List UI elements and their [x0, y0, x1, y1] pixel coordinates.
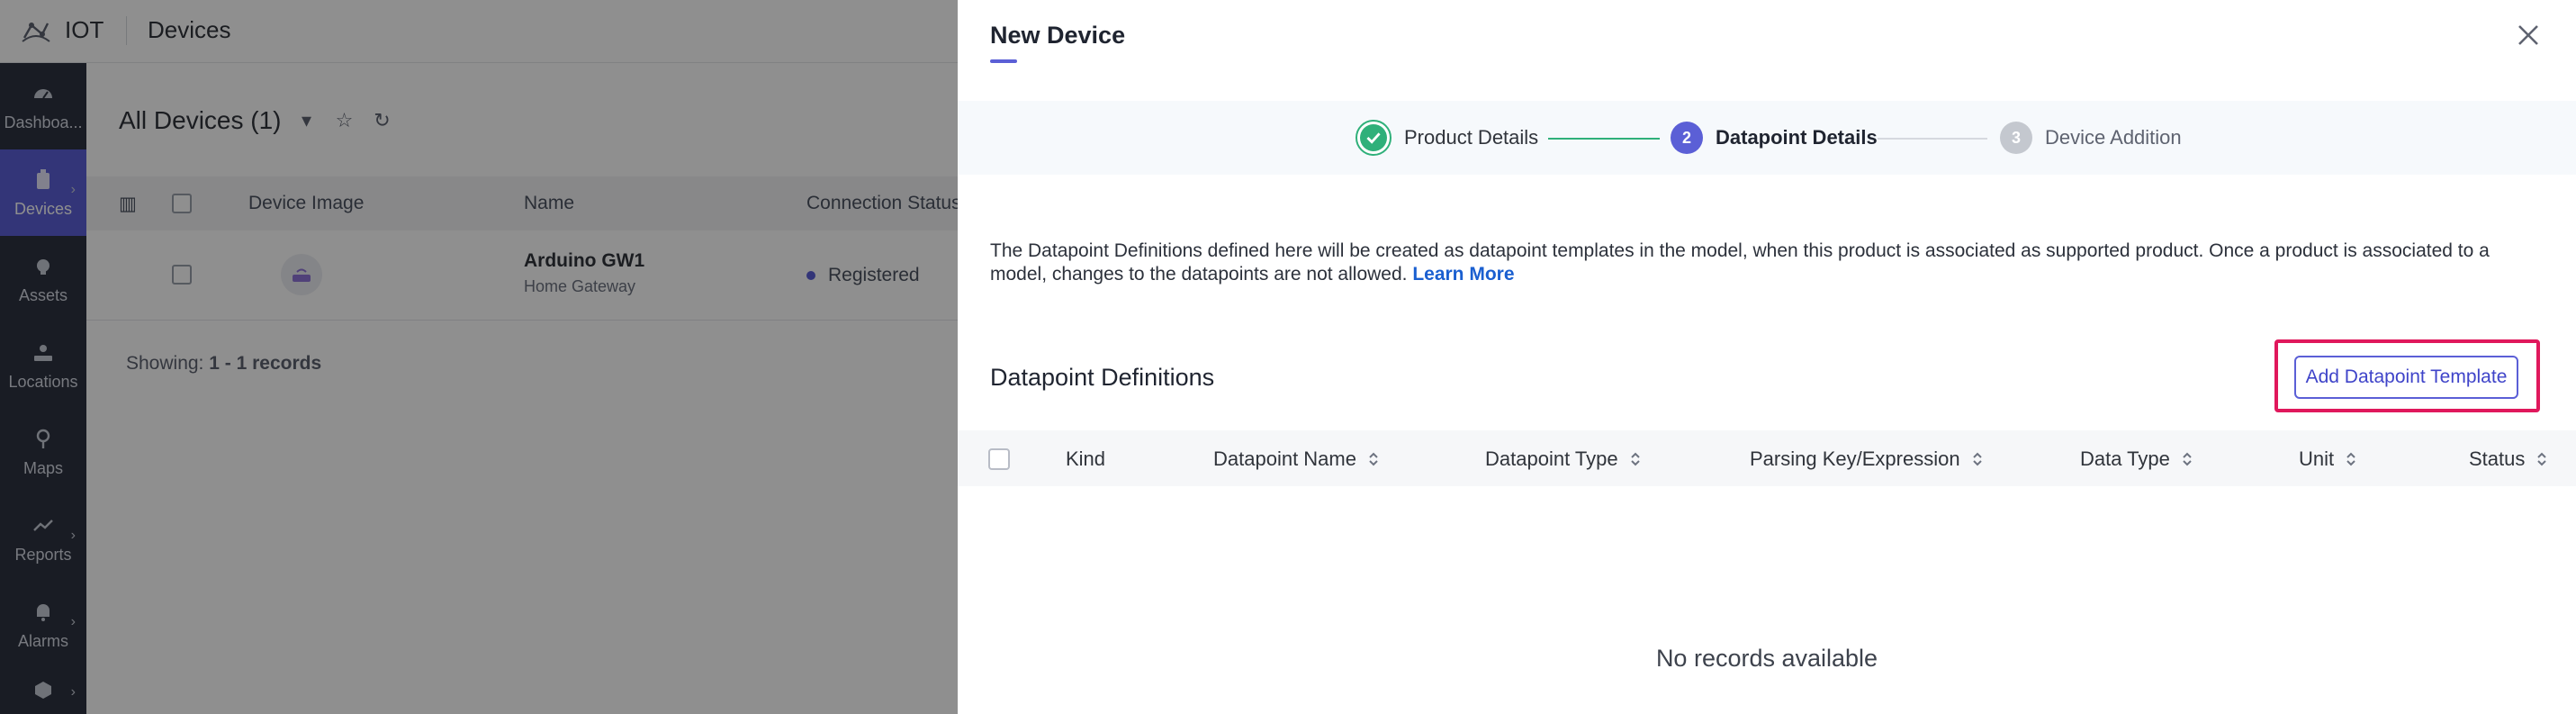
column-unit[interactable]: Unit	[2299, 447, 2357, 471]
column-label: Datapoint Name	[1213, 447, 1356, 470]
close-icon	[2518, 25, 2538, 45]
drawer-title: New Device	[990, 22, 1126, 49]
sort-icon	[2346, 452, 2355, 466]
step-label: Datapoint Details	[1716, 126, 1878, 149]
column-status[interactable]: Status	[2469, 447, 2548, 471]
column-data-type[interactable]: Data Type	[2080, 447, 2193, 471]
stepper: Product Details 2 Datapoint Details 3 De…	[958, 101, 2576, 175]
step-connector	[1548, 138, 1660, 140]
new-device-drawer: New Device Product Details 2 Datapoint D…	[958, 0, 2576, 714]
step-label: Product Details	[1404, 126, 1539, 149]
close-button[interactable]	[2513, 20, 2544, 50]
sort-icon	[1972, 452, 1982, 466]
step-label: Device Addition	[2045, 126, 2182, 149]
learn-more-link[interactable]: Learn More	[1412, 264, 1514, 285]
column-label: Kind	[1066, 447, 1106, 470]
sort-icon	[2537, 452, 2547, 466]
select-all-checkbox[interactable]	[988, 448, 1010, 470]
column-label: Datapoint Type	[1485, 447, 1618, 470]
check-circle-icon	[1356, 120, 1392, 156]
modal-backdrop[interactable]	[0, 0, 958, 714]
column-label: Parsing Key/Expression	[1750, 447, 1960, 470]
datapoint-table-header: Kind Datapoint Name Datapoint Type Parsi…	[958, 430, 2576, 486]
column-datapoint-name[interactable]: Datapoint Name	[1213, 447, 1380, 471]
section-title: Datapoint Definitions	[990, 364, 1215, 391]
column-datapoint-type[interactable]: Datapoint Type	[1485, 447, 1642, 471]
step-connector	[1878, 138, 1987, 140]
sort-icon	[1630, 452, 1640, 466]
add-datapoint-template-button[interactable]: Add Datapoint Template	[2294, 356, 2518, 399]
column-parsing-key[interactable]: Parsing Key/Expression	[1750, 447, 1984, 471]
description: The Datapoint Definitions defined here w…	[990, 240, 2547, 286]
step-number: 2	[1671, 122, 1703, 154]
column-label: Unit	[2299, 447, 2335, 470]
column-label: Status	[2469, 447, 2526, 470]
column-label: Data Type	[2080, 447, 2170, 470]
title-underline	[990, 59, 1017, 63]
column-kind: Kind	[1066, 447, 1105, 471]
step-datapoint-details[interactable]: 2 Datapoint Details	[1671, 118, 1878, 158]
description-text: The Datapoint Definitions defined here w…	[990, 240, 2490, 285]
step-device-addition[interactable]: 3 Device Addition	[2000, 118, 2182, 158]
sort-icon	[2183, 452, 2192, 466]
empty-state: No records available	[1655, 645, 1878, 672]
step-number: 3	[2000, 122, 2032, 154]
sort-icon	[1369, 452, 1378, 466]
step-product-details[interactable]: Product Details	[1356, 118, 1538, 158]
